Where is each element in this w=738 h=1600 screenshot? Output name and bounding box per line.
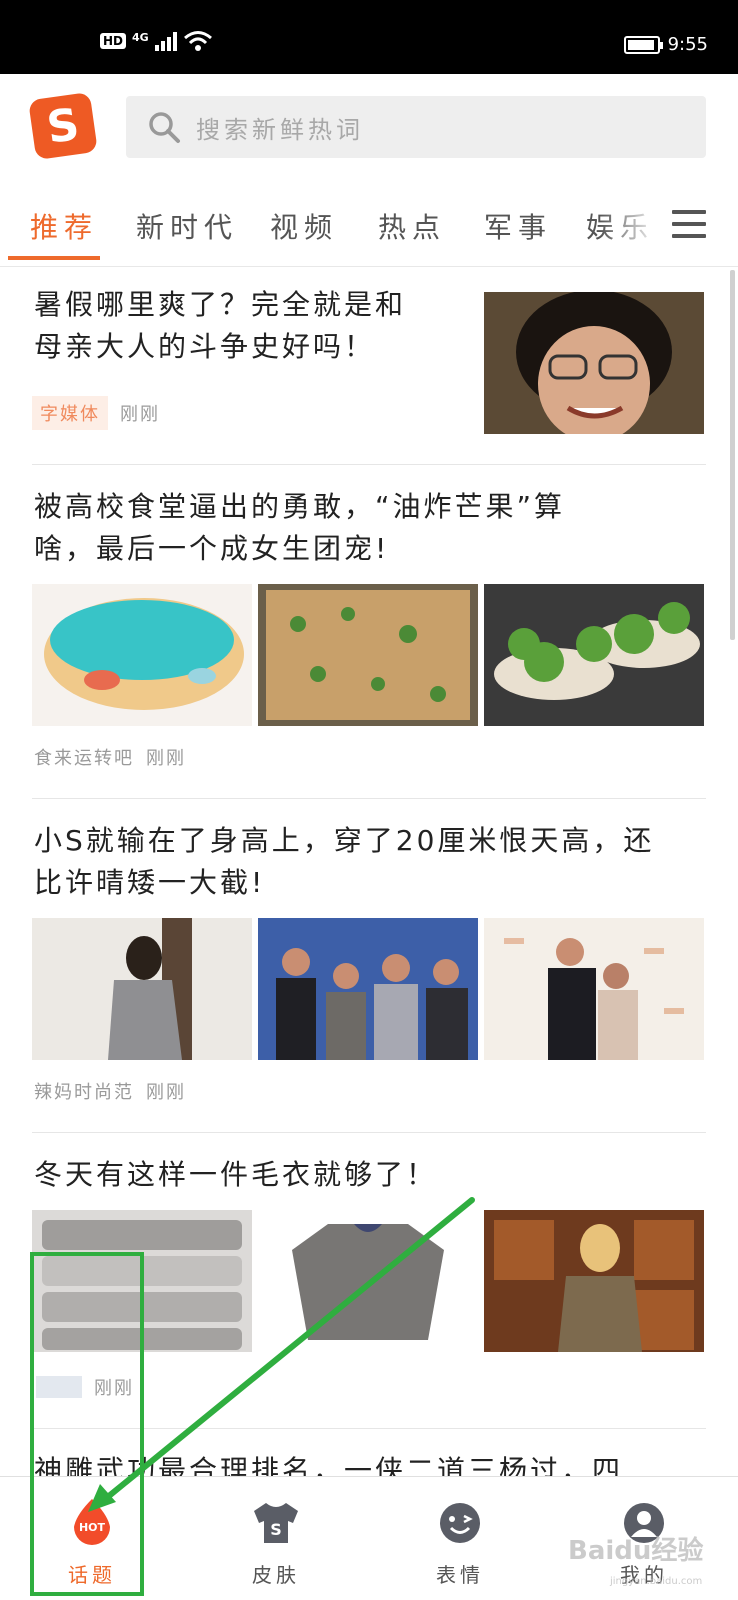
article-divider — [32, 798, 706, 799]
article-time: 刚刚 — [146, 748, 186, 769]
search-bar[interactable]: 搜索新鲜热词 — [126, 96, 706, 158]
wifi-icon — [183, 31, 212, 51]
tab-new-era[interactable]: 新时代 — [136, 206, 238, 246]
article-image — [484, 918, 704, 1060]
nav-label: 皮肤 — [252, 1563, 300, 1587]
active-tab-indicator — [8, 256, 100, 260]
nav-label: 表情 — [436, 1563, 484, 1587]
search-placeholder: 搜索新鲜热词 — [196, 115, 364, 144]
svg-text:S: S — [270, 1520, 282, 1539]
article-source: 辣妈时尚范 — [34, 1082, 134, 1103]
article-title: 被高校食堂逼出的勇敢，“油炸芒果”算 啥，最后一个成女生团宠! — [34, 490, 566, 565]
nav-skin[interactable]: S 皮肤 — [184, 1477, 368, 1600]
article-image — [32, 918, 252, 1060]
logo-letter: S — [43, 98, 83, 154]
menu-icon[interactable] — [672, 210, 706, 238]
article-meta: 辣妈时尚范 刚刚 — [34, 1078, 186, 1104]
app-header: S 搜索新鲜热词 — [0, 74, 738, 184]
article-image — [32, 584, 252, 726]
watermark-url: jingyan.baidu.com — [610, 1576, 703, 1587]
annotation-highlight-box — [30, 1252, 144, 1596]
article-image — [258, 1210, 478, 1352]
article-meta: 字媒体 刚刚 — [32, 396, 160, 430]
tab-fade — [600, 190, 660, 266]
tab-military[interactable]: 军事 — [484, 206, 552, 246]
article-image — [484, 1210, 704, 1352]
tab-divider — [0, 266, 738, 267]
watermark: Baidu经验 — [568, 1536, 704, 1566]
article-image — [258, 918, 478, 1060]
article-title: 暑假哪里爽了？完全就是和 母亲大人的斗争史好吗！ — [34, 288, 407, 363]
article-divider — [32, 1132, 706, 1133]
source-tag: 字媒体 — [32, 396, 108, 430]
article-source: 食来运转吧 — [34, 748, 134, 769]
hd-badge: HD — [100, 33, 127, 49]
network-status: HD 4G — [100, 30, 213, 52]
tab-recommend[interactable]: 推荐 — [30, 206, 98, 246]
tab-hot[interactable]: 热点 — [378, 206, 446, 246]
article-title: 小S就输在了身高上，穿了20厘米恨天高，还 比许晴矮一大截! — [34, 824, 655, 899]
search-icon — [149, 112, 180, 143]
article-image — [484, 584, 704, 726]
article-time: 刚刚 — [120, 404, 160, 425]
app-logo[interactable]: S — [28, 91, 98, 161]
article-image — [258, 584, 478, 726]
article-time: 刚刚 — [146, 1082, 186, 1103]
signal-icon — [154, 31, 177, 51]
article-thumbnail — [484, 292, 704, 434]
article-divider — [32, 464, 706, 465]
battery-icon — [623, 35, 663, 54]
emoji-icon — [440, 1503, 480, 1543]
tab-video[interactable]: 视频 — [270, 206, 338, 246]
tshirt-icon: S — [254, 1503, 298, 1543]
nav-emoji[interactable]: 表情 — [368, 1477, 552, 1600]
article-title: 冬天有这样一件毛衣就够了！ — [34, 1158, 438, 1191]
article-meta: 食来运转吧 刚刚 — [34, 744, 186, 770]
category-tabs: 推荐 新时代 视频 热点 军事 娱乐 — [0, 190, 738, 266]
scrollbar[interactable] — [730, 270, 735, 640]
status-bar: HD 4G 9:55 — [0, 0, 738, 74]
network-type: 4G — [132, 30, 149, 44]
clock: 9:55 — [667, 34, 708, 55]
